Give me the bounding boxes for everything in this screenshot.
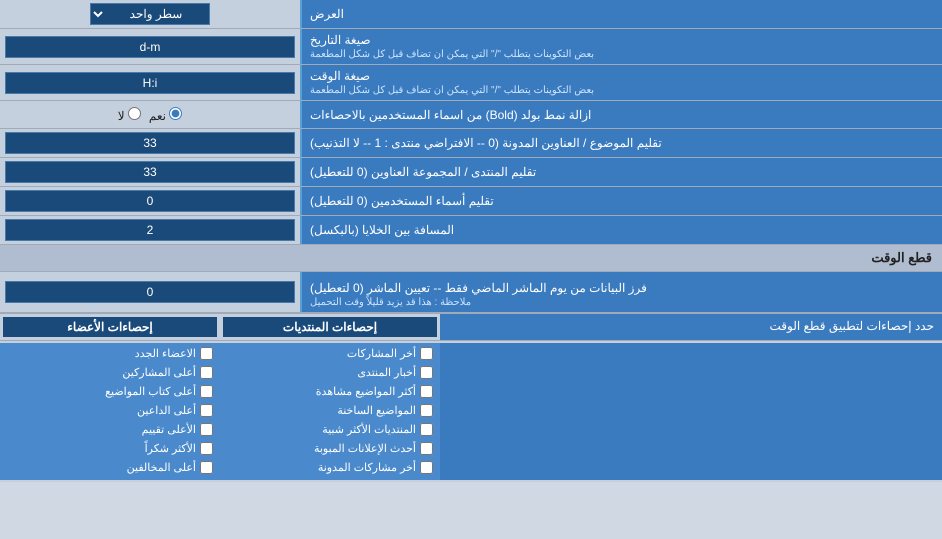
col-spacing-label: المسافة بين الخلايا (بالبكسل) bbox=[300, 216, 942, 244]
forum-titles-input[interactable] bbox=[5, 161, 295, 183]
list-item: الأعلى تقييم bbox=[3, 421, 217, 438]
list-item: أعلى المشاركين bbox=[3, 364, 217, 381]
list-item: أعلى الداعين bbox=[3, 402, 217, 419]
list-item: المنتديات الأكثر شبية bbox=[223, 421, 437, 438]
stats-col2-item-7-checkbox[interactable] bbox=[200, 461, 213, 474]
topic-titles-input[interactable] bbox=[5, 132, 295, 154]
stats-col2-items: الاعضاء الجدد أعلى المشاركين أعلى كتاب ا… bbox=[0, 343, 220, 480]
time-format-input[interactable] bbox=[5, 72, 295, 94]
display-select-area: سطر واحد سطرين ثلاثة أسطر bbox=[0, 0, 300, 28]
user-names-input-area bbox=[0, 187, 300, 215]
cutoff-section-header: قطع الوقت bbox=[0, 245, 942, 272]
bold-remove-radio-area: نعم لا bbox=[0, 101, 300, 128]
stats-col2-item-4-checkbox[interactable] bbox=[200, 404, 213, 417]
col-spacing-input[interactable] bbox=[5, 219, 295, 241]
list-item: أخر مشاركات المدونة bbox=[223, 459, 437, 476]
stats-col2-item-3-checkbox[interactable] bbox=[200, 385, 213, 398]
stats-col2-header: إحصاءات الأعضاء bbox=[3, 317, 217, 337]
cutoff-days-input[interactable] bbox=[5, 281, 295, 303]
stats-apply-label: حدد إحصاءات لتطبيق قطع الوقت bbox=[440, 314, 942, 340]
list-item: المواضيع الساخنة bbox=[223, 402, 437, 419]
stats-col1-item-1-checkbox[interactable] bbox=[420, 347, 433, 360]
list-item: أعلى المخالفين bbox=[3, 459, 217, 476]
stats-col2-item-6-checkbox[interactable] bbox=[200, 442, 213, 455]
user-names-label: تقليم أسماء المستخدمين (0 للتعطيل) bbox=[300, 187, 942, 215]
time-format-label: صيغة الوقت بعض التكوينات يتطلب "/" التي … bbox=[300, 65, 942, 100]
cutoff-days-label: فرز البيانات من يوم الماشر الماضي فقط --… bbox=[300, 272, 942, 312]
date-format-label: صيغة التاريخ بعض التكوينات يتطلب "/" الت… bbox=[300, 29, 942, 64]
bold-remove-label: ازالة نمط بولد (Bold) من اسماء المستخدمي… bbox=[300, 101, 942, 128]
stats-col1-item-4-checkbox[interactable] bbox=[420, 404, 433, 417]
date-format-input-area bbox=[0, 29, 300, 64]
list-item: أكثر المواضيع مشاهدة bbox=[223, 383, 437, 400]
display-select[interactable]: سطر واحد سطرين ثلاثة أسطر bbox=[90, 3, 210, 25]
time-format-input-area bbox=[0, 65, 300, 100]
list-item: أخبار المنتدى bbox=[223, 364, 437, 381]
display-label: العرض bbox=[300, 0, 942, 28]
list-item: الأكثر شكراً bbox=[3, 440, 217, 457]
bold-remove-radiogroup: نعم لا bbox=[118, 107, 183, 123]
stats-col1-item-6-checkbox[interactable] bbox=[420, 442, 433, 455]
bold-remove-no[interactable] bbox=[128, 107, 141, 120]
date-format-input[interactable] bbox=[5, 36, 295, 58]
list-item: أحدث الإعلانات المبوبة bbox=[223, 440, 437, 457]
col-spacing-input-area bbox=[0, 216, 300, 244]
stats-col2-item-2-checkbox[interactable] bbox=[200, 366, 213, 379]
stats-col1-item-3-checkbox[interactable] bbox=[420, 385, 433, 398]
user-names-input[interactable] bbox=[5, 190, 295, 212]
stats-col1-item-7-checkbox[interactable] bbox=[420, 461, 433, 474]
topic-titles-label: تقليم الموضوع / العناوين المدونة (0 -- ا… bbox=[300, 129, 942, 157]
stats-col1-header: إحصاءات المنتديات bbox=[223, 317, 437, 337]
cutoff-days-input-area bbox=[0, 272, 300, 312]
forum-titles-input-area bbox=[0, 158, 300, 186]
stats-col1-items: أخر المشاركات أخبار المنتدى أكثر المواضي… bbox=[220, 343, 440, 480]
list-item: أعلى كتاب المواضيع bbox=[3, 383, 217, 400]
topic-titles-input-area bbox=[0, 129, 300, 157]
stats-col1-item-5-checkbox[interactable] bbox=[420, 423, 433, 436]
stats-col1-item-2-checkbox[interactable] bbox=[420, 366, 433, 379]
forum-titles-label: تقليم المنتدى / المجموعة العناوين (0 للت… bbox=[300, 158, 942, 186]
list-item: الاعضاء الجدد bbox=[3, 345, 217, 362]
stats-col2-item-5-checkbox[interactable] bbox=[200, 423, 213, 436]
bold-remove-yes[interactable] bbox=[169, 107, 182, 120]
stats-col2-item-1-checkbox[interactable] bbox=[200, 347, 213, 360]
list-item: أخر المشاركات bbox=[223, 345, 437, 362]
